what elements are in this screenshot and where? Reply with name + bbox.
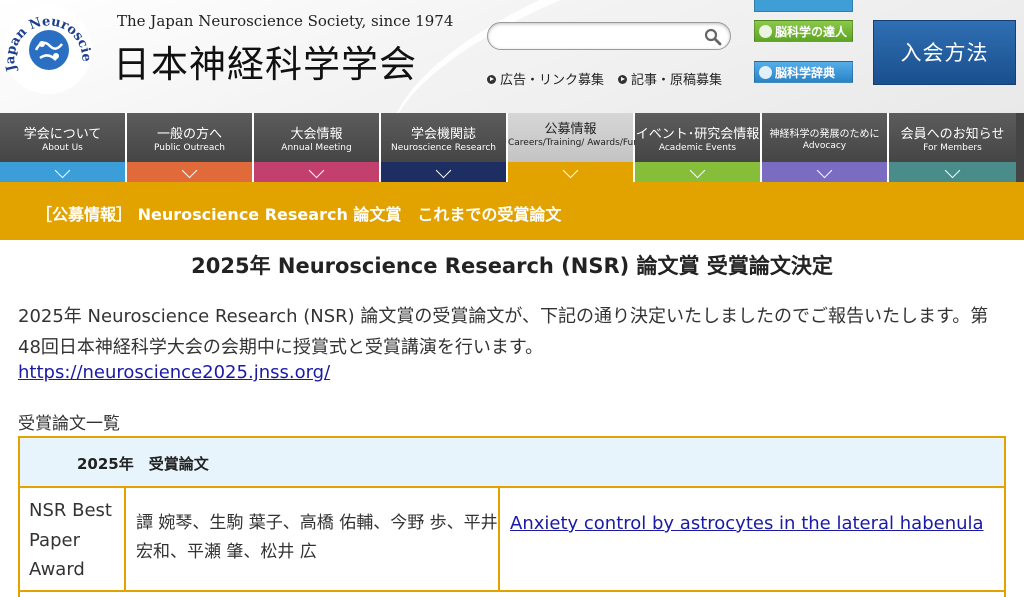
society-logo[interactable]: Japan Neuroscience Society: [0, 0, 100, 96]
article-link[interactable]: 記事・原稿募集: [618, 69, 722, 88]
join-button[interactable]: 入会方法: [873, 20, 1016, 85]
search-input[interactable]: [502, 27, 702, 46]
nav-item-careers[interactable]: 公募情報 Careers/Training/ Awards/Funding: [508, 113, 659, 182]
top-side-button[interactable]: [754, 0, 853, 12]
chevron-down-icon: [254, 162, 379, 182]
authors-cell: 譚 婉琴、生駒 葉子、高橋 佑輔、今野 歩、平井 宏和、平瀬 肇、松井 広: [126, 488, 500, 590]
chevron-down-icon: [508, 162, 633, 182]
nav-item-journal[interactable]: 学会機関誌 Neuroscience Research: [381, 113, 508, 182]
meeting-url-link[interactable]: https://neuroscience2025.jnss.org/: [18, 362, 330, 383]
brain-expert-button[interactable]: 脳科学の達人: [754, 20, 853, 42]
intro-paragraph: 2025年 Neuroscience Research (NSR) 論文賞の受賞…: [18, 306, 989, 358]
page-title: 2025年 Neuroscience Research (NSR) 論文賞 受賞…: [191, 254, 833, 278]
chevron-down-icon: [0, 162, 125, 182]
site-header: Japan Neuroscience Society The Japan Neu…: [0, 0, 1024, 113]
society-tagline: The Japan Neuroscience Society, since 19…: [117, 12, 454, 30]
nav-item-members[interactable]: 会員へのお知らせ For Members: [889, 113, 1016, 182]
nav-item-events[interactable]: イベント･研究会情報 Academic Events: [635, 113, 762, 182]
nav-item-advocacy[interactable]: 神経科学の発展のために Advocacy: [762, 113, 889, 182]
book-icon: [759, 66, 772, 79]
chevron-down-icon: [762, 162, 887, 182]
banner-title: ［公募情報］ Neuroscience Research 論文賞 これまでの受賞…: [36, 205, 562, 224]
arrow-circle-icon: [618, 75, 627, 84]
table-row: NSR Best Paper Award 譚 婉琴、生駒 葉子、高橋 佑輔、今野…: [20, 488, 1004, 592]
award-table: 2025年 受賞論文 NSR Best Paper Award 譚 婉琴、生駒 …: [18, 436, 1006, 597]
award-name-cell: NSR Best Paper Award: [20, 488, 126, 590]
search-box: [487, 22, 731, 50]
brain-icon: [759, 25, 772, 38]
chevron-down-icon: [381, 162, 506, 182]
society-name[interactable]: 日本神経科学学会: [113, 34, 417, 88]
search-icon[interactable]: [704, 28, 722, 46]
nav-item-public[interactable]: 一般の方へ Public Outreach: [127, 113, 254, 182]
chevron-down-icon: [889, 162, 1016, 182]
table-header: 2025年 受賞論文: [20, 438, 1004, 488]
chevron-down-icon: [635, 162, 760, 182]
award-list-heading: 受賞論文一覧: [18, 414, 120, 434]
table-header-label: 2025年 受賞論文: [77, 455, 209, 473]
chevron-down-icon: [127, 162, 252, 182]
arrow-circle-icon: [487, 75, 496, 84]
brain-dictionary-button[interactable]: 脳科学辞典: [754, 61, 853, 83]
paper-title-cell: Anxiety control by astrocytes in the lat…: [500, 488, 1004, 590]
main-nav: 学会について About Us 一般の方へ Public Outreach 大会…: [0, 113, 1024, 182]
nav-item-about[interactable]: 学会について About Us: [0, 113, 127, 182]
section-banner: ［公募情報］ Neuroscience Research 論文賞 これまでの受賞…: [0, 182, 1024, 240]
ad-link[interactable]: 広告・リンク募集: [487, 69, 604, 88]
paper-title-link[interactable]: Anxiety control by astrocytes in the lat…: [510, 513, 984, 534]
nav-item-meeting[interactable]: 大会情報 Annual Meeting: [254, 113, 381, 182]
